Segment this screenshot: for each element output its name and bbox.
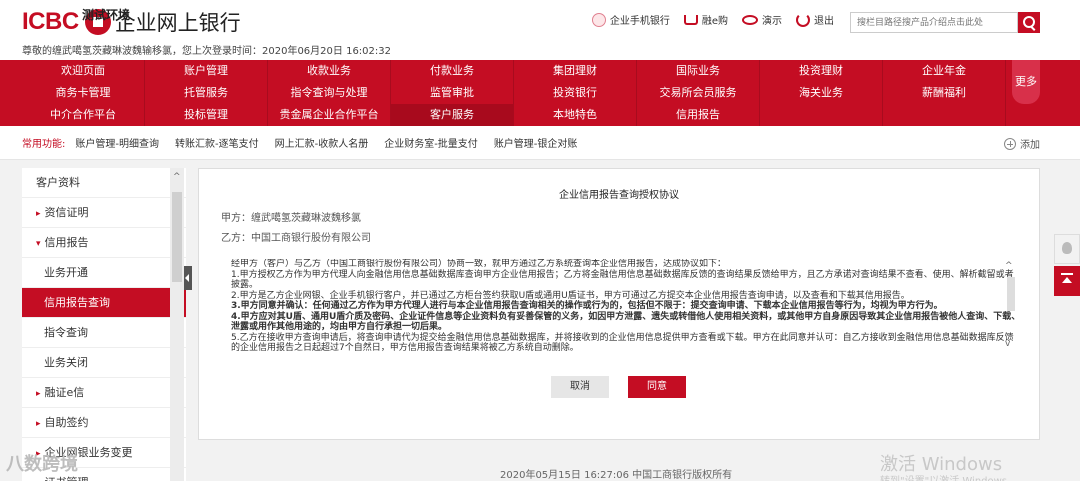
search-button[interactable]	[1018, 12, 1040, 33]
agreement-paragraph: 5.乙方在接收甲方查询申请后，将查询申请代为提交给金融信用信息基础数据库，并将接…	[231, 332, 1014, 354]
nav-item[interactable]: 付款业务	[391, 60, 514, 82]
quick-link[interactable]: 账户管理-明细查询	[75, 135, 159, 150]
search-input[interactable]	[850, 12, 1018, 33]
agreement-panel: 企业信用报告查询授权协议 甲方：缠武噶氢茨藏琳波魏移氯 乙方：中国工商银行股份有…	[198, 168, 1040, 440]
top-link-label: 演示	[762, 16, 782, 27]
party-a: 甲方：缠武噶氢茨藏琳波魏移氯	[221, 213, 361, 224]
main-nav-grid: 欢迎页面 账户管理 收款业务 付款业务 集团理财 国际业务 投资理财 企业年金商务卡管理 托管服…	[22, 60, 1006, 126]
quick-link[interactable]: 账户管理-银企对账	[494, 135, 578, 150]
sidebar-scrollbar[interactable]: ^	[170, 168, 184, 481]
nav-item[interactable]: 海关业务	[760, 82, 883, 104]
nav-item[interactable]: 集团理财	[514, 60, 637, 82]
nav-item[interactable]	[760, 104, 883, 126]
sidebar-menu: 客户资料资信证明信用报告业务开通信用报告查询指令查询业务关闭融证e信自助签约企业…	[22, 168, 186, 481]
nav-item[interactable]: 投资理财	[760, 60, 883, 82]
plus-icon	[1004, 137, 1016, 150]
nav-item[interactable]: 欢迎页面	[22, 60, 145, 82]
top-link-e-shop[interactable]: 融e购	[683, 12, 728, 27]
agreement-scrollbar[interactable]: ^ v	[1005, 261, 1015, 361]
nav-item[interactable]: 信用报告	[637, 104, 760, 126]
back-to-top-icon[interactable]	[1054, 266, 1080, 296]
sidebar-item[interactable]: 信用报告	[22, 228, 186, 258]
nav-item[interactable]: 贵金属企业合作平台	[268, 104, 391, 126]
top-link-label: 退出	[814, 16, 834, 27]
nav-item[interactable]: 投标管理	[145, 104, 268, 126]
agreement-paragraph: 3.甲方同意并确认：任何通过乙方作为甲方代理人进行与本企业信用报告查询相关的操作…	[231, 301, 943, 311]
sidebar-collapse-toggle[interactable]	[184, 266, 192, 290]
sidebar-item[interactable]: 信用报告查询	[22, 288, 186, 318]
footer-copyright: 2020年05月15日 16:27:06 中国工商银行版权所有	[500, 470, 733, 481]
sidebar-item[interactable]: 业务关闭	[22, 348, 186, 378]
nav-item[interactable]: 企业年金	[883, 60, 1006, 82]
sidebar-item[interactable]: 指令查询	[22, 318, 186, 348]
quick-link[interactable]: 企业财务室-批量支付	[384, 135, 478, 150]
top-link-demo[interactable]: 演示	[742, 12, 782, 27]
agreement-paragraph: 经甲方（客户）与乙方（中国工商银行股份有限公司）协商一致，就甲方通过乙方系统查询…	[231, 259, 727, 269]
agreement-paragraph: 4.甲方应对其U盾、通用U盾介质及密码、企业证件信息等企业资料负有妥善保管的义务…	[231, 311, 1021, 333]
eye-icon	[742, 14, 758, 25]
quick-functions-label: 常用功能:	[22, 139, 66, 150]
agree-button[interactable]: 同意	[628, 376, 686, 398]
sidebar-item[interactable]: 客户资料	[22, 168, 186, 198]
windows-activation-hint: 转到"设置"以激活 Windows。	[880, 472, 1017, 481]
agreement-scroll-thumb[interactable]	[1007, 277, 1015, 311]
top-link-label: 融e购	[701, 16, 728, 27]
agreement-paragraph: 1.甲方授权乙方作为甲方代理人向金融信用信息基础数据库查询甲方企业信用报告；乙方…	[231, 269, 1014, 291]
chevron-up-icon[interactable]: ^	[1005, 261, 1013, 271]
nav-more-button[interactable]: 更多	[1012, 60, 1040, 104]
sidebar-item[interactable]: 融证e信	[22, 378, 186, 408]
mobile-icon	[591, 12, 606, 27]
top-link-mobile-bank[interactable]: 企业手机银行	[591, 12, 670, 27]
agreement-paragraph: 2.甲方是乙方企业网银、企业手机银行客户，并已通过乙方柜台签约获取U盾或通用U盾…	[231, 290, 910, 301]
nav-item[interactable]: 中介合作平台	[22, 104, 145, 126]
cart-icon	[683, 14, 698, 25]
power-icon	[796, 12, 810, 27]
party-b: 乙方：中国工商银行股份有限公司	[221, 233, 371, 244]
nav-item[interactable]	[883, 104, 1006, 126]
quick-link[interactable]: 转账汇款-逐笔支付	[175, 135, 259, 150]
main-nav: 欢迎页面 账户管理 收款业务 付款业务 集团理财 国际业务 投资理财 企业年金商务卡管理 托管服…	[0, 60, 1080, 126]
sidebar-scroll-thumb[interactable]	[172, 192, 182, 282]
quick-link[interactable]: 网上汇款-收款人名册	[275, 135, 369, 150]
top-link-logout[interactable]: 退出	[796, 12, 834, 27]
nav-item[interactable]: 薪酬福利	[883, 82, 1006, 104]
sidebar-item[interactable]: 业务开通	[22, 258, 186, 288]
nav-item[interactable]: 托管服务	[145, 82, 268, 104]
quick-functions-bar: 常用功能: 账户管理-明细查询 转账汇款-逐笔支付 网上汇款-收款人名册 企业财…	[0, 126, 1080, 160]
add-quick-function-button[interactable]: 添加	[1004, 136, 1040, 151]
nav-item[interactable]: 本地特色	[514, 104, 637, 126]
nav-item[interactable]: 交易所会员服务	[637, 82, 760, 104]
nav-item[interactable]: 客户服务	[391, 104, 514, 126]
nav-item[interactable]: 投资银行	[514, 82, 637, 104]
chevron-up-icon[interactable]: ^	[173, 172, 181, 182]
env-label: 测试环境	[82, 8, 131, 22]
agreement-title: 企业信用报告查询授权协议	[559, 190, 679, 201]
top-links: 企业手机银行 融e购 演示 退出	[591, 12, 834, 27]
chevron-down-icon[interactable]: v	[1005, 339, 1010, 349]
nav-item[interactable]: 指令查询与处理	[268, 82, 391, 104]
header: ICBC 企业网上银行 测试环境 企业手机银行 融e购 演示 退出	[0, 0, 1080, 44]
sidebar-item[interactable]: 资信证明	[22, 198, 186, 228]
welcome-text: 尊敬的缠武噶氢茨藏琳波魏输移氯，您上次登录时间：2020年06月20日 16:0…	[22, 46, 391, 57]
nav-item[interactable]: 商务卡管理	[22, 82, 145, 104]
agreement-text-box[interactable]: 经甲方（客户）与乙方（中国工商银行股份有限公司）协商一致，就甲方通过乙方系统查询…	[231, 259, 1021, 359]
sidebar-item[interactable]: 自助签约	[22, 408, 186, 438]
logo-brand: ICBC	[22, 8, 79, 35]
top-link-label: 企业手机银行	[609, 16, 670, 27]
nav-item[interactable]: 账户管理	[145, 60, 268, 82]
logo-title: 企业网上银行	[114, 11, 241, 35]
cancel-button[interactable]: 取消	[551, 376, 609, 398]
add-label: 添加	[1020, 140, 1040, 151]
nav-item[interactable]: 国际业务	[637, 60, 760, 82]
icbc-logo[interactable]: ICBC 企业网上银行	[22, 8, 241, 36]
nav-item[interactable]: 监管审批	[391, 82, 514, 104]
nav-item[interactable]: 收款业务	[268, 60, 391, 82]
corner-watermark: 八数跨境	[6, 454, 78, 475]
lightbulb-icon[interactable]	[1054, 234, 1080, 264]
